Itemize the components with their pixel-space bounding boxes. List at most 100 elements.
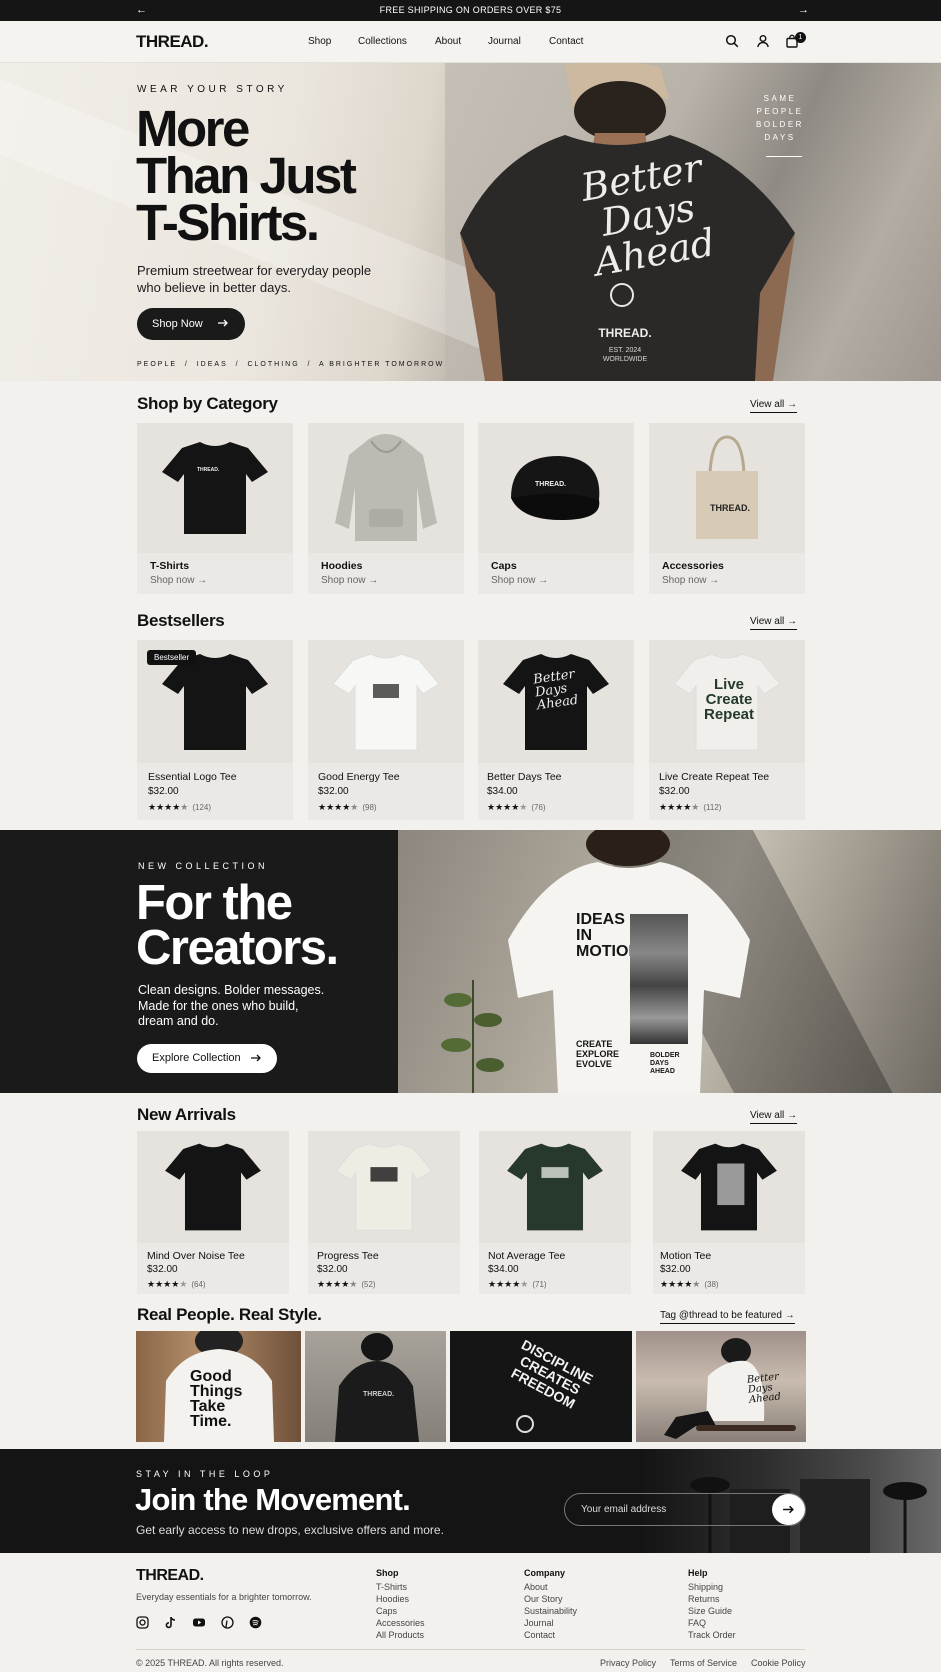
category-card-tshirts[interactable]: THREAD. T-Shirts Shop now → (137, 423, 293, 594)
email-placeholder: Your email address (581, 1504, 667, 1515)
shop-now-link[interactable]: Shop now → (491, 575, 548, 586)
product-image (308, 1131, 460, 1243)
instagram-icon[interactable] (136, 1616, 149, 1629)
privacy-policy-link[interactable]: Privacy Policy (600, 1658, 656, 1668)
social-links (136, 1616, 262, 1629)
footer-link[interactable]: All Products (376, 1630, 424, 1640)
product-card[interactable]: Motion Tee $32.00 ★★★★★ (38) (653, 1131, 805, 1294)
categories-title: Shop by Category (137, 394, 278, 413)
product-card[interactable]: Progress Tee $32.00 ★★★★★ (52) (308, 1131, 460, 1294)
announcement-next-button[interactable]: → (798, 3, 809, 17)
ugc-photo[interactable]: DISCIPLINE CREATES FREEDOM (450, 1331, 632, 1442)
nav-journal[interactable]: Journal (488, 36, 521, 47)
footer-link[interactable]: Caps (376, 1606, 397, 1616)
product-card[interactable]: Not Average Tee $34.00 ★★★★★ (71) (479, 1131, 631, 1294)
search-icon[interactable] (725, 34, 739, 48)
hero-model-image: Better Days Ahead THREAD. EST. 2024 WORLDWI… (455, 63, 805, 381)
explore-collection-button[interactable]: Explore Collection (137, 1044, 277, 1073)
tag-featured-label: Tag @thread to be featured (660, 1310, 782, 1321)
product-card[interactable]: Bestseller Essential Logo Tee $32.00 ★★★… (137, 640, 293, 820)
product-card[interactable]: Better Days Ahead Better Days Tee $34.00 ★… (478, 640, 634, 820)
tshirt-image (137, 423, 293, 553)
product-card[interactable]: Live Create Repeat Live Create Repeat Tee … (649, 640, 805, 820)
category-name: Caps (491, 560, 517, 572)
footer-link[interactable]: Track Order (688, 1630, 736, 1640)
ugc-photo[interactable]: Good Things Take Time. (136, 1331, 301, 1442)
newsletter-title: Join the Movement. (135, 1482, 411, 1517)
email-input[interactable]: Your email address (564, 1493, 806, 1526)
footer-link[interactable]: About (524, 1582, 548, 1592)
collection-photo: IDEAS IN MOTION CREATE EXPLORE EVOLVE BOLDER… (398, 830, 941, 1093)
footer-link[interactable]: Contact (524, 1630, 555, 1640)
product-print: Better Days Ahead (532, 666, 580, 714)
footer-tagline: Everyday essentials for a brighter tomor… (136, 1592, 312, 1602)
footer-link[interactable]: Returns (688, 1594, 720, 1604)
product-name: Not Average Tee (488, 1250, 566, 1262)
arrow-right-icon (217, 317, 229, 329)
youtube-icon[interactable] (192, 1616, 206, 1629)
nav-contact[interactable]: Contact (549, 36, 583, 47)
categories-view-all[interactable]: View all → (750, 399, 798, 413)
footer-link[interactable]: Journal (524, 1618, 554, 1628)
footer-link[interactable]: T-Shirts (376, 1582, 407, 1592)
tag-featured-link[interactable]: Tag @thread to be featured → (660, 1310, 795, 1324)
product-card[interactable]: Mind Over Noise Tee $32.00 ★★★★★ (64) (137, 1131, 289, 1294)
hero-eyebrow: WEAR YOUR STORY (137, 84, 288, 95)
new-arrivals-title: New Arrivals (137, 1105, 236, 1124)
newsletter-section: STAY IN THE LOOP Join the Movement. Get … (0, 1449, 941, 1553)
bestseller-badge: Bestseller (147, 650, 197, 665)
ugc-photo[interactable]: THREAD. (305, 1331, 446, 1442)
subscribe-button[interactable] (772, 1494, 805, 1525)
footer-link[interactable]: Shipping (688, 1582, 723, 1592)
spotify-icon[interactable] (249, 1616, 262, 1629)
hero-side-divider (766, 156, 802, 157)
shop-now-button[interactable]: Shop Now (137, 308, 245, 340)
category-card-accessories[interactable]: THREAD. Accessories Shop now → (649, 423, 805, 594)
tiktok-icon[interactable] (164, 1616, 177, 1629)
new-collection-banner: IDEAS IN MOTION CREATE EXPLORE EVOLVE BOLDER… (0, 830, 941, 1093)
product-image (308, 640, 464, 763)
footer-link[interactable]: Our Story (524, 1594, 563, 1604)
hero-shirt-est: EST. 2024 WORLDWIDE (602, 347, 648, 363)
shop-now-link[interactable]: Shop now → (662, 575, 719, 586)
arrow-right-icon: → (784, 1310, 795, 1321)
footer-column-title: Help (688, 1568, 708, 1578)
arrow-right-icon: → (787, 399, 798, 410)
globe-icon (610, 283, 634, 307)
footer-logo[interactable]: THREAD. (136, 1567, 204, 1585)
hero-section: Better Days Ahead THREAD. EST. 2024 WORLDWI… (0, 63, 941, 381)
footer-link[interactable]: Size Guide (688, 1606, 732, 1616)
footer-link[interactable]: Sustainability (524, 1606, 577, 1616)
category-card-hoodies[interactable]: Hoodies Shop now → (308, 423, 464, 594)
category-name: Accessories (662, 560, 724, 572)
product-price: $32.00 (147, 1264, 178, 1275)
nav-shop[interactable]: Shop (308, 36, 331, 47)
cap-print: THREAD. (535, 481, 567, 488)
hero-shirt-brand: THREAD. (598, 326, 652, 340)
user-icon[interactable] (756, 34, 770, 48)
category-card-caps[interactable]: THREAD. Caps Shop now → (478, 423, 634, 594)
star-rating: ★★★★★ (38) (660, 1279, 719, 1289)
nav-about[interactable]: About (435, 36, 461, 47)
ugc-photo[interactable]: Better Days Ahead (636, 1331, 806, 1442)
footer-link[interactable]: FAQ (688, 1618, 706, 1628)
star-rating: ★★★★★ (64) (147, 1279, 206, 1289)
footer-link[interactable]: Accessories (376, 1618, 425, 1628)
logo[interactable]: THREAD. (136, 32, 209, 52)
product-image (653, 1131, 805, 1243)
shop-now-link[interactable]: Shop now → (150, 575, 207, 586)
footer-link[interactable]: Hoodies (376, 1594, 409, 1604)
product-name: Better Days Tee (487, 771, 562, 783)
terms-of-service-link[interactable]: Terms of Service (670, 1658, 737, 1668)
bestsellers-view-all[interactable]: View all → (750, 616, 798, 630)
new-arrivals-view-all[interactable]: View all → (750, 1110, 798, 1124)
nav-collections[interactable]: Collections (358, 36, 407, 47)
product-card[interactable]: Good Energy Tee $32.00 ★★★★★ (98) (308, 640, 464, 820)
product-price: $32.00 (148, 786, 179, 797)
pinterest-icon[interactable] (221, 1616, 234, 1629)
cookie-policy-link[interactable]: Cookie Policy (751, 1658, 806, 1668)
ugc-shirt-print: DISCIPLINE CREATES FREEDOM (508, 1336, 596, 1412)
shop-now-link[interactable]: Shop now → (321, 575, 378, 586)
site-footer: THREAD. Everyday essentials for a bright… (0, 1553, 941, 1672)
star-rating: ★★★★★ (76) (487, 802, 546, 812)
